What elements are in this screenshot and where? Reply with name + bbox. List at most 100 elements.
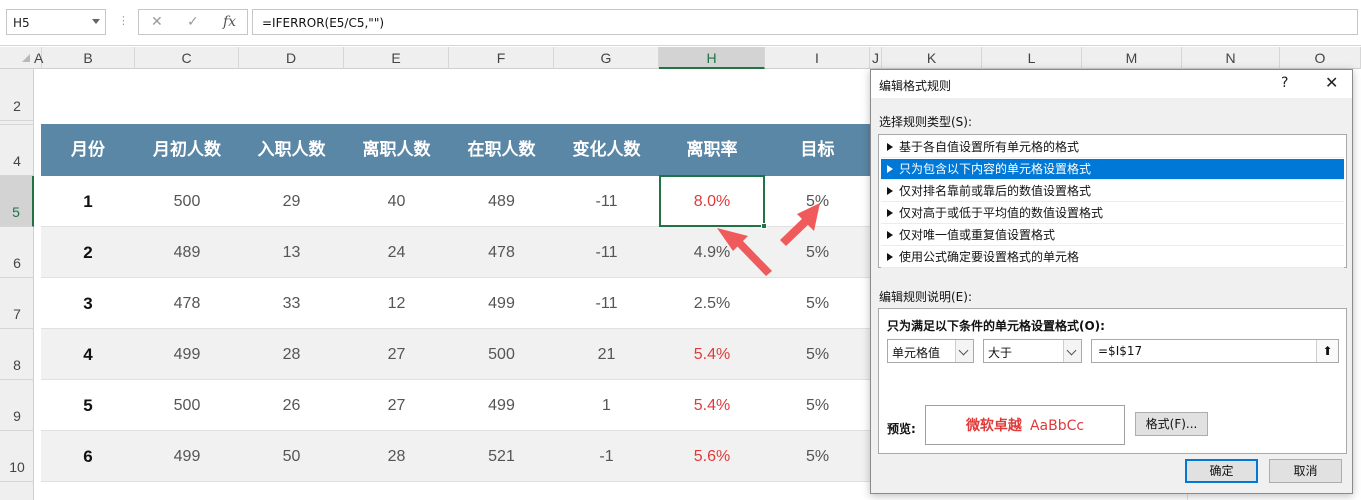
cell-start-count[interactable]: 499 <box>135 431 239 482</box>
column-header-i[interactable]: I <box>765 47 870 69</box>
ok-button[interactable]: 确定 <box>1185 459 1258 483</box>
rule-type-item[interactable]: 使用公式确定要设置格式的单元格 <box>881 247 1344 268</box>
enter-icon[interactable]: ✓ <box>187 14 199 30</box>
cell-turnover-rate[interactable]: 5.4% <box>659 380 765 431</box>
row-header-2[interactable]: 2 <box>0 69 34 121</box>
chevron-down-icon[interactable] <box>92 19 100 24</box>
cell-hired[interactable]: 29 <box>239 176 344 227</box>
column-header-g[interactable]: G <box>554 47 659 69</box>
cell-active[interactable]: 521 <box>449 431 554 482</box>
select-all-icon[interactable] <box>22 54 30 62</box>
cell-month[interactable]: 6 <box>41 431 135 482</box>
column-header-k[interactable]: K <box>882 47 982 69</box>
cell-hired[interactable]: 13 <box>239 227 344 278</box>
chevron-down-icon[interactable] <box>955 340 973 362</box>
cell-active[interactable]: 478 <box>449 227 554 278</box>
row-header-4[interactable]: 4 <box>0 125 34 176</box>
cell-target[interactable]: 5% <box>765 227 870 278</box>
cell-active[interactable]: 500 <box>449 329 554 380</box>
cell-active[interactable]: 499 <box>449 278 554 329</box>
cell-hired[interactable]: 33 <box>239 278 344 329</box>
cancel-icon[interactable]: ✕ <box>151 14 163 30</box>
cell-target[interactable]: 5% <box>765 431 870 482</box>
cell-target[interactable]: 5% <box>765 380 870 431</box>
cell-turnover-rate[interactable]: 5.6% <box>659 431 765 482</box>
collapse-dialog-icon[interactable]: ⬆ <box>1316 340 1338 362</box>
column-header-o[interactable]: O <box>1280 47 1361 69</box>
cell-left[interactable]: 24 <box>344 227 449 278</box>
condition-operator-select[interactable]: 大于 <box>983 339 1082 363</box>
column-header-f[interactable]: F <box>449 47 554 69</box>
formula-input[interactable]: =IFERROR(E5/C5,"") <box>252 9 1358 35</box>
cell-active[interactable]: 489 <box>449 176 554 227</box>
cell-hired[interactable]: 50 <box>239 431 344 482</box>
cell-start-count[interactable]: 489 <box>135 227 239 278</box>
cell-left[interactable]: 28 <box>344 431 449 482</box>
cell-turnover-rate[interactable]: 2.5% <box>659 278 765 329</box>
column-header-l[interactable]: L <box>982 47 1082 69</box>
row-header-5[interactable]: 5 <box>0 176 34 227</box>
cell-left[interactable]: 27 <box>344 329 449 380</box>
cell-month[interactable]: 3 <box>41 278 135 329</box>
header-target[interactable]: 目标 <box>765 124 870 176</box>
column-header-j[interactable]: J <box>870 47 882 69</box>
cell-target[interactable]: 5% <box>765 176 870 227</box>
fill-handle[interactable] <box>761 223 767 229</box>
cell-change[interactable]: 21 <box>554 329 659 380</box>
row-header-7[interactable]: 7 <box>0 278 34 329</box>
cell-target[interactable]: 5% <box>765 278 870 329</box>
cell-change[interactable]: 1 <box>554 380 659 431</box>
row-header-10[interactable]: 10 <box>0 431 34 482</box>
cell-hired[interactable]: 28 <box>239 329 344 380</box>
row-header-8[interactable]: 8 <box>0 329 34 380</box>
column-header-n[interactable]: N <box>1182 47 1280 69</box>
column-header-a[interactable]: A <box>34 47 43 69</box>
column-header-e[interactable]: E <box>344 47 449 69</box>
format-button[interactable]: 格式(F)... <box>1135 412 1208 436</box>
header-left[interactable]: 离职人数 <box>344 124 449 176</box>
rule-type-item[interactable]: 只为包含以下内容的单元格设置格式 <box>881 159 1344 180</box>
cell-left[interactable]: 12 <box>344 278 449 329</box>
rule-type-list[interactable]: 基于各自值设置所有单元格的格式 只为包含以下内容的单元格设置格式 仅对排名靠前或靠后… <box>878 134 1347 268</box>
close-icon[interactable]: ✕ <box>1325 73 1338 92</box>
cell-change[interactable]: -11 <box>554 278 659 329</box>
cell-month[interactable]: 1 <box>41 176 135 227</box>
header-turnover-rate[interactable]: 离职率 <box>659 124 765 176</box>
header-month[interactable]: 月份 <box>41 124 135 176</box>
cell-month[interactable]: 4 <box>41 329 135 380</box>
rule-type-item[interactable]: 仅对唯一值或重复值设置格式 <box>881 225 1344 246</box>
column-header-b[interactable]: B <box>42 47 135 69</box>
cancel-button[interactable]: 取消 <box>1269 459 1342 483</box>
cell-hired[interactable]: 26 <box>239 380 344 431</box>
row-header-9[interactable]: 9 <box>0 380 34 431</box>
chevron-down-icon[interactable] <box>1063 340 1081 362</box>
cell-start-count[interactable]: 499 <box>135 329 239 380</box>
header-change[interactable]: 变化人数 <box>554 124 659 176</box>
cell-turnover-rate[interactable]: 4.9% <box>659 227 765 278</box>
header-active[interactable]: 在职人数 <box>449 124 554 176</box>
header-start-count[interactable]: 月初人数 <box>135 124 239 176</box>
row-header-6[interactable]: 6 <box>0 227 34 278</box>
condition-value-input[interactable]: =$I$17 ⬆ <box>1091 339 1339 363</box>
cell-start-count[interactable]: 478 <box>135 278 239 329</box>
cell-left[interactable]: 27 <box>344 380 449 431</box>
condition-field-select[interactable]: 单元格值 <box>887 339 974 363</box>
cell-left[interactable]: 40 <box>344 176 449 227</box>
rule-type-item[interactable]: 仅对高于或低于平均值的数值设置格式 <box>881 203 1344 224</box>
rule-type-item[interactable]: 基于各自值设置所有单元格的格式 <box>881 137 1344 158</box>
cell-change[interactable]: -11 <box>554 176 659 227</box>
header-hired[interactable]: 入职人数 <box>239 124 344 176</box>
rule-type-item[interactable]: 仅对排名靠前或靠后的数值设置格式 <box>881 181 1344 202</box>
name-box[interactable]: H5 <box>6 9 106 35</box>
active-cell-h5[interactable] <box>659 175 767 229</box>
cell-month[interactable]: 2 <box>41 227 135 278</box>
column-header-h[interactable]: H <box>659 47 765 69</box>
cell-month[interactable]: 5 <box>41 380 135 431</box>
cell-target[interactable]: 5% <box>765 329 870 380</box>
cell-change[interactable]: -11 <box>554 227 659 278</box>
column-header-c[interactable]: C <box>135 47 239 69</box>
cell-start-count[interactable]: 500 <box>135 380 239 431</box>
column-header-m[interactable]: M <box>1082 47 1182 69</box>
cell-turnover-rate[interactable]: 5.4% <box>659 329 765 380</box>
cell-active[interactable]: 499 <box>449 380 554 431</box>
